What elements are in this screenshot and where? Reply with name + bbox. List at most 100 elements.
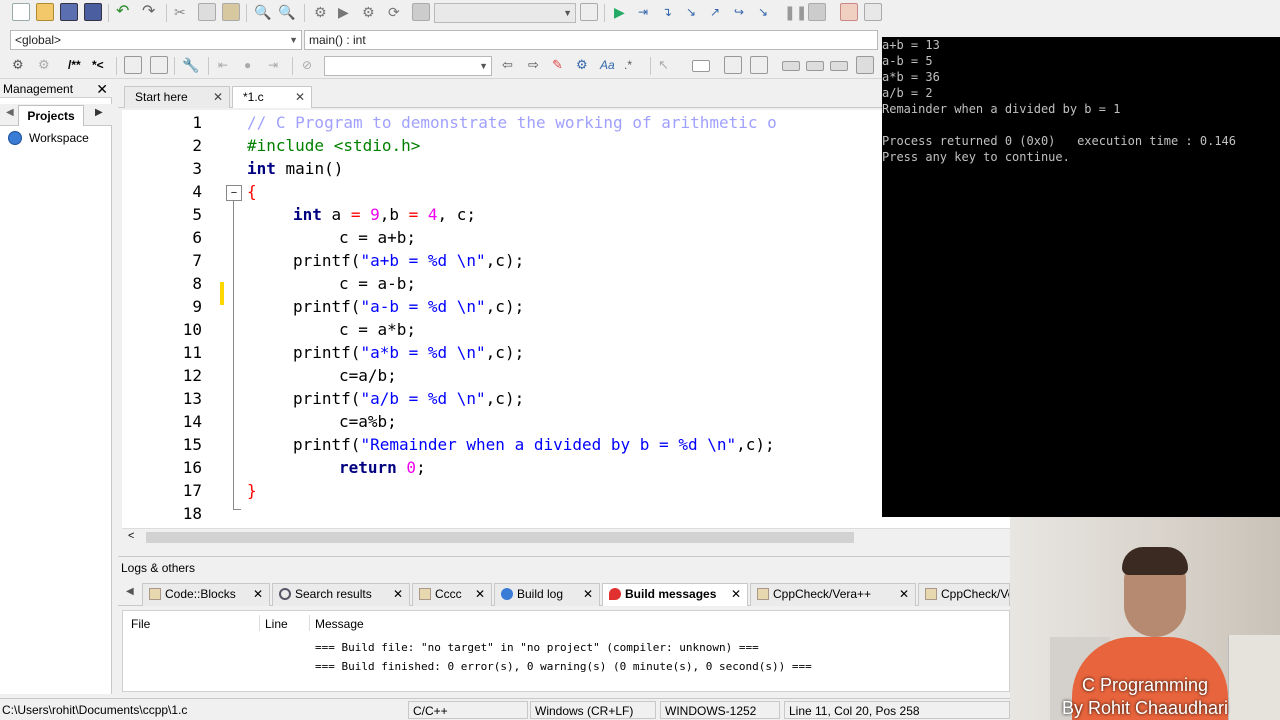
code-editor[interactable]: − 1 2 3 4 5 6 7 8 9 10 11 12 13 14 15 16… (122, 110, 1010, 528)
info-icon[interactable] (864, 3, 882, 21)
copy-icon[interactable] (198, 3, 216, 21)
rectangle-tool-icon[interactable] (692, 60, 710, 72)
editor-horizontal-scrollbar[interactable]: < (122, 528, 1010, 546)
help-icon[interactable] (150, 56, 168, 74)
console-line: a*b = 36 (882, 70, 940, 84)
code-text: ,c); (485, 343, 525, 362)
code-text: ,c); (485, 389, 525, 408)
redo-icon[interactable]: ↷ (142, 3, 160, 21)
doxy-block-icon[interactable]: /** (68, 56, 88, 74)
tab-cppcheck-vera-2[interactable]: CppCheck/Ve (918, 583, 1010, 606)
comment-icon[interactable]: ⚙ (12, 56, 30, 74)
next-line-icon[interactable]: ↴ (662, 3, 680, 21)
clear-bookmarks-icon[interactable]: ⊘ (302, 56, 320, 74)
table-row[interactable]: === Build finished: 0 error(s), 0 warnin… (315, 660, 812, 673)
search-combo[interactable]: ▼ (324, 56, 492, 76)
management-close-icon[interactable]: ✕ (96, 80, 108, 98)
build-gear-icon[interactable]: ⚙ (314, 3, 332, 21)
highlight-icon[interactable]: ✎ (552, 56, 570, 74)
tab-scroll-right-icon[interactable]: ▶ (95, 107, 103, 118)
close-tab-icon[interactable]: ✕ (899, 584, 909, 605)
save-icon[interactable] (60, 3, 78, 21)
open-folder-icon[interactable] (36, 3, 54, 21)
uncomment-icon[interactable]: ⚙ (38, 56, 56, 74)
tab-cppcheck-vera[interactable]: CppCheck/Vera++ ✕ (750, 583, 916, 606)
console-window[interactable]: a+b = 13 a-b = 5 a*b = 36 a/b = 2 Remain… (882, 37, 1280, 517)
select-pointer-icon[interactable]: ↖ (658, 56, 676, 74)
workspace-tree-item[interactable]: Workspace (6, 130, 89, 146)
close-tab-icon[interactable]: ✕ (583, 584, 593, 605)
code-text: ; (416, 458, 426, 477)
paste-icon[interactable] (222, 3, 240, 21)
abort-icon[interactable] (412, 3, 430, 21)
log-tab-scroll-left-icon[interactable]: ◀ (126, 586, 134, 597)
step-instruction-icon[interactable]: ↘ (758, 3, 776, 21)
match-case-icon[interactable]: .* (624, 56, 642, 74)
doxywizard-icon[interactable] (124, 56, 142, 74)
pause-icon[interactable]: ❚❚ (784, 3, 807, 21)
scroll-left-icon[interactable]: < (128, 530, 134, 542)
tab-build-messages[interactable]: Build messages ✕ (602, 583, 748, 606)
code-line-13: printf("a/b = %d \n",c); (293, 389, 524, 408)
undo-icon[interactable]: ↶ (116, 3, 134, 21)
scrollbar-thumb[interactable] (146, 532, 854, 543)
close-tab-icon[interactable]: ✕ (295, 87, 305, 107)
text-tool-icon[interactable] (750, 56, 768, 74)
rebuild-icon[interactable]: ⟳ (388, 3, 406, 21)
tool-c-icon[interactable] (830, 61, 848, 71)
step-into-icon[interactable]: ↘ (686, 3, 704, 21)
debug-windows-icon[interactable] (840, 3, 858, 21)
code-text: a (321, 205, 351, 224)
run-to-cursor-icon[interactable]: ⇥ (638, 3, 656, 21)
table-row[interactable]: === Build file: "no target" in "no proje… (315, 641, 759, 654)
tab-codeblocks[interactable]: Code::Blocks ✕ (142, 583, 270, 606)
next-instruction-icon[interactable]: ↪ (734, 3, 752, 21)
debug-start-icon[interactable]: ▶ (614, 3, 632, 21)
show-targets-icon[interactable] (580, 3, 598, 21)
step-out-icon[interactable]: ↗ (710, 3, 728, 21)
tool-b-icon[interactable] (806, 61, 824, 71)
column-line[interactable]: Line (265, 617, 288, 631)
jump-back-icon[interactable]: ⇦ (502, 56, 520, 74)
code-text: printf( (293, 251, 361, 270)
replace-icon[interactable]: 🔍 (278, 3, 296, 21)
close-tab-icon[interactable]: ✕ (731, 584, 741, 605)
save-all-icon[interactable] (84, 3, 102, 21)
tool-a-icon[interactable] (782, 61, 800, 71)
function-combo[interactable]: main() : int (304, 30, 878, 50)
selected-text-icon[interactable]: ⚙ (576, 56, 594, 74)
stop-debug-icon[interactable] (808, 3, 826, 21)
keyword: int (293, 205, 322, 224)
tab-build-log[interactable]: Build log ✕ (494, 583, 600, 606)
main-toolbar: ↶ ↷ ✂ 🔍 🔍 ⚙ ▶ ⚙ ⟳ ▼ ▶ ⇥ ↴ ↘ ↗ ↪ ↘ ❚❚ (0, 0, 1280, 26)
tab-start-here[interactable]: Start here ✕ (124, 86, 230, 108)
close-tab-icon[interactable]: ✕ (475, 584, 485, 605)
build-run-icon[interactable]: ⚙ (362, 3, 380, 21)
find-icon[interactable]: 🔍 (254, 3, 272, 21)
regex-icon[interactable]: Aa (600, 56, 618, 74)
close-tab-icon[interactable]: ✕ (393, 584, 403, 605)
run-icon[interactable]: ▶ (338, 3, 356, 21)
scope-combo[interactable]: <global> ▼ (10, 30, 302, 50)
column-file[interactable]: File (131, 617, 150, 631)
cut-icon[interactable]: ✂ (174, 3, 192, 21)
prev-bookmark-icon[interactable]: ⇤ (218, 56, 236, 74)
toggle-bookmark-icon[interactable]: ● (244, 56, 262, 74)
tab-cccc[interactable]: Cccc ✕ (412, 583, 492, 606)
jump-forward-icon[interactable]: ⇨ (528, 56, 546, 74)
image-tool-icon[interactable] (724, 56, 742, 74)
build-target-combo[interactable]: ▼ (434, 3, 576, 23)
tab-search-results[interactable]: Search results ✕ (272, 583, 410, 606)
tool-d-icon[interactable] (856, 56, 874, 74)
close-tab-icon[interactable]: ✕ (213, 87, 223, 107)
doxy-line-icon[interactable]: *< (92, 56, 112, 74)
fold-toggle-icon[interactable]: − (226, 185, 242, 201)
next-bookmark-icon[interactable]: ⇥ (268, 56, 286, 74)
tab-projects[interactable]: Projects (18, 105, 84, 126)
close-tab-icon[interactable]: ✕ (253, 584, 263, 605)
column-message[interactable]: Message (315, 617, 364, 631)
wrench-icon[interactable]: 🔧 (182, 56, 200, 74)
new-file-icon[interactable] (12, 3, 30, 21)
tab-scroll-left-icon[interactable]: ◀ (6, 107, 14, 118)
tab-1c[interactable]: *1.c ✕ (232, 86, 312, 108)
